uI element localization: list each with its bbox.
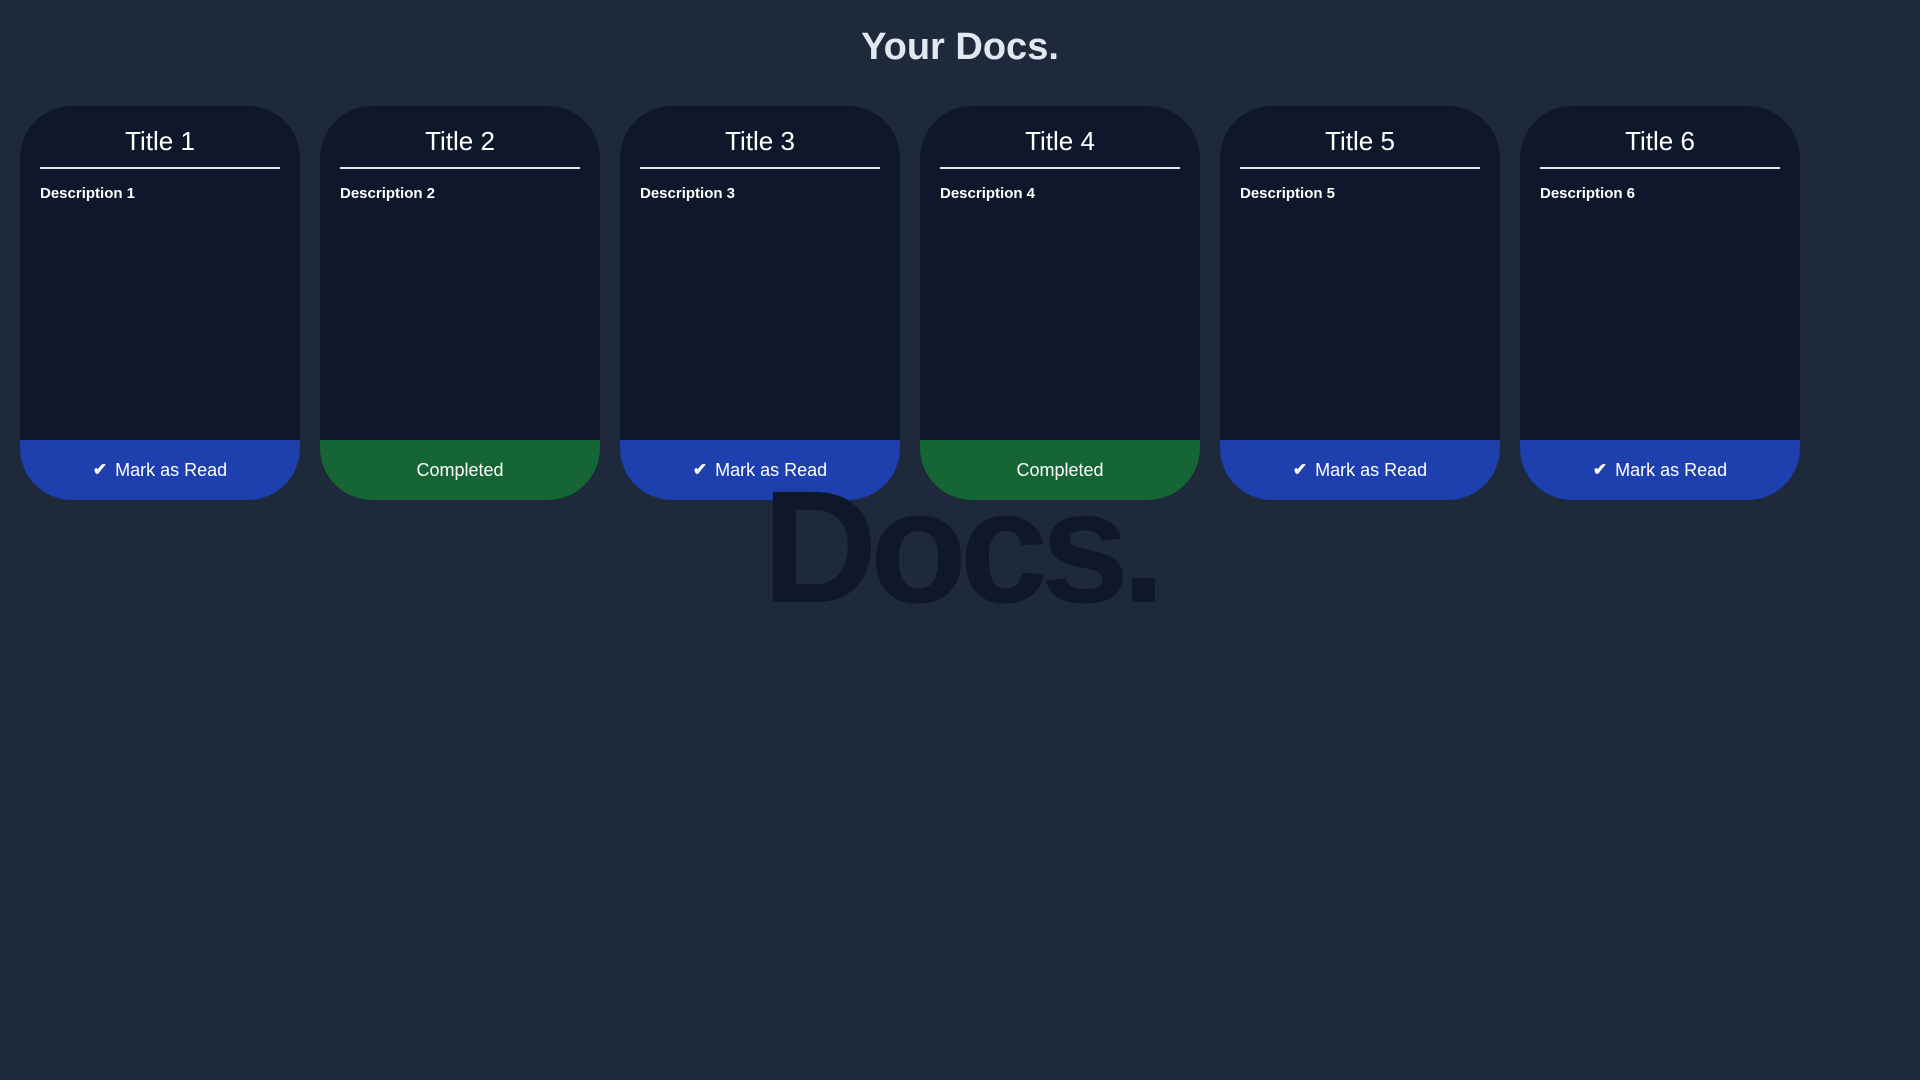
page-title: Your Docs. — [861, 26, 1059, 68]
card-body: Title 1 Description 1 — [20, 106, 300, 440]
card-title: Title 1 — [40, 126, 280, 169]
card-body: Title 6 Description 6 — [1520, 106, 1800, 440]
doc-card: Title 1 Description 1 ✔ Mark as Read — [20, 106, 300, 500]
card-description: Description 3 — [640, 185, 736, 202]
card-body: Title 5 Description 5 — [1220, 106, 1500, 440]
card-body: Title 2 Description 2 — [320, 106, 600, 440]
doc-card: Title 4 Description 4 Completed — [920, 106, 1200, 500]
card-description: Description 5 — [1240, 185, 1336, 202]
card-body: Title 3 Description 3 — [620, 106, 900, 440]
card-description: Description 2 — [340, 185, 436, 202]
docs-watermark: Docs. — [762, 457, 1166, 636]
doc-card: Title 6 Description 6 ✔ Mark as Read — [1520, 106, 1800, 500]
doc-card-list: Title 1 Description 1 ✔ Mark as Read Tit… — [20, 106, 1800, 500]
card-title: Title 4 — [940, 126, 1180, 169]
card-title: Title 6 — [1540, 126, 1780, 169]
card-title: Title 3 — [640, 126, 880, 169]
doc-card: Title 3 Description 3 ✔ Mark as Read — [620, 106, 900, 500]
card-description: Description 4 — [940, 185, 1036, 202]
doc-card: Title 5 Description 5 ✔ Mark as Read — [1220, 106, 1500, 500]
doc-card: Title 2 Description 2 Completed — [320, 106, 600, 500]
card-title: Title 2 — [340, 126, 580, 169]
card-description: Description 6 — [1540, 185, 1636, 202]
card-body: Title 4 Description 4 — [920, 106, 1200, 440]
card-description: Description 1 — [40, 185, 136, 202]
card-title: Title 5 — [1240, 126, 1480, 169]
